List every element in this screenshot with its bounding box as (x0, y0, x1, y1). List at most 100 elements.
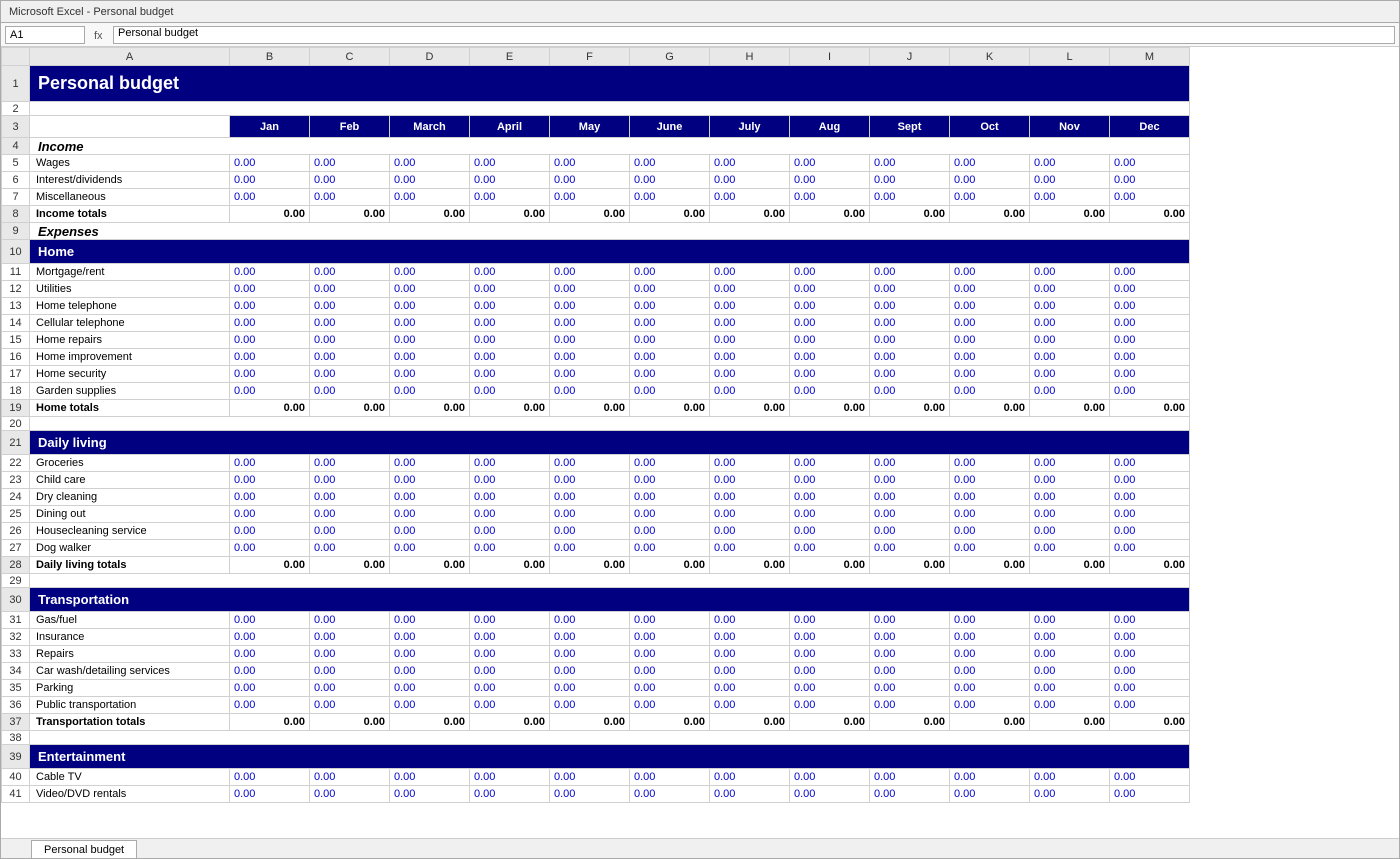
income-totals-label: Income totals (30, 206, 230, 223)
home-security-label[interactable]: Home security (30, 366, 230, 383)
col-C-header[interactable]: C (310, 48, 390, 66)
sheet-tab-personal-budget[interactable]: Personal budget (31, 840, 137, 858)
repairs-label[interactable]: Repairs (30, 646, 230, 663)
row-34: 34 Car wash/detailing services 0.000.000… (2, 663, 1190, 680)
excel-wrapper: Microsoft Excel - Personal budget A1 fx … (0, 0, 1400, 859)
wages-aug[interactable]: 0.00 (790, 155, 870, 172)
month-sept: Sept (870, 116, 950, 138)
col-F-header[interactable]: F (550, 48, 630, 66)
col-L-header[interactable]: L (1030, 48, 1110, 66)
row-28-daily-totals: 28 Daily living totals 0.000.000.000.000… (2, 557, 1190, 574)
row-31: 31 Gas/fuel 0.000.000.000.000.000.000.00… (2, 612, 1190, 629)
row-16: 16 Home improvement 0.000.000.000.000.00… (2, 349, 1190, 366)
row-6-interest: 6 Interest/dividends 0.00 0.00 0.00 0.00… (2, 172, 1190, 189)
row-37-transport-totals: 37 Transportation totals 0.000.000.000.0… (2, 714, 1190, 731)
wages-feb[interactable]: 0.00 (310, 155, 390, 172)
col-I-header[interactable]: I (790, 48, 870, 66)
wages-jul[interactable]: 0.00 (710, 155, 790, 172)
wages-dec[interactable]: 0.00 (1110, 155, 1190, 172)
row-26: 26 Housecleaning service 0.000.000.000.0… (2, 523, 1190, 540)
row-21-daily-header: 21 Daily living (2, 431, 1190, 455)
car-wash-label[interactable]: Car wash/detailing services (30, 663, 230, 680)
row-35: 35 Parking 0.000.000.000.000.000.000.000… (2, 680, 1190, 697)
utilities-label[interactable]: Utilities (30, 281, 230, 298)
col-J-header[interactable]: J (870, 48, 950, 66)
title-bar: Microsoft Excel - Personal budget (1, 1, 1399, 23)
transport-totals-label: Transportation totals (30, 714, 230, 731)
row-40: 40 Cable TV 0.000.000.000.000.000.000.00… (2, 769, 1190, 786)
row-5-wages: 5 Wages 0.00 0.00 0.00 0.00 0.00 0.00 0.… (2, 155, 1190, 172)
wages-jun[interactable]: 0.00 (630, 155, 710, 172)
formula-input[interactable]: Personal budget (113, 26, 1395, 44)
formula-bar: A1 fx Personal budget (1, 23, 1399, 47)
row-38: 38 (2, 731, 1190, 745)
wages-jan[interactable]: 0.00 (230, 155, 310, 172)
row-2: 2 (2, 102, 1190, 116)
gas-fuel-label[interactable]: Gas/fuel (30, 612, 230, 629)
child-care-label[interactable]: Child care (30, 472, 230, 489)
home-improvement-label[interactable]: Home improvement (30, 349, 230, 366)
wages-mar[interactable]: 0.00 (390, 155, 470, 172)
grid-container[interactable]: A B C D E F G H I J K L M 1 (1, 47, 1399, 838)
row-13: 13 Home telephone 0.000.000.000.000.000.… (2, 298, 1190, 315)
row-18: 18 Garden supplies 0.000.000.000.000.000… (2, 383, 1190, 400)
home-repairs-label[interactable]: Home repairs (30, 332, 230, 349)
col-B-header[interactable]: B (230, 48, 310, 66)
row-7-misc: 7 Miscellaneous 0.00 0.00 0.00 0.00 0.00… (2, 189, 1190, 206)
col-E-header[interactable]: E (470, 48, 550, 66)
row-33: 33 Repairs 0.000.000.000.000.000.000.000… (2, 646, 1190, 663)
tab-bar: Personal budget (1, 838, 1399, 858)
row-39-entertainment-header: 39 Entertainment (2, 745, 1190, 769)
home-section-header: Home (30, 240, 1190, 264)
row-12: 12 Utilities 0.000.000.000.000.000.000.0… (2, 281, 1190, 298)
interest-label[interactable]: Interest/dividends (30, 172, 230, 189)
wages-may[interactable]: 0.00 (550, 155, 630, 172)
app-title: Microsoft Excel - Personal budget (9, 6, 173, 18)
garden-supplies-label[interactable]: Garden supplies (30, 383, 230, 400)
parking-label[interactable]: Parking (30, 680, 230, 697)
public-transport-label[interactable]: Public transportation (30, 697, 230, 714)
col-K-header[interactable]: K (950, 48, 1030, 66)
cellular-label[interactable]: Cellular telephone (30, 315, 230, 332)
month-march: March (390, 116, 470, 138)
col-D-header[interactable]: D (390, 48, 470, 66)
row-10-home-header: 10 Home (2, 240, 1190, 264)
dining-out-label[interactable]: Dining out (30, 506, 230, 523)
wages-nov[interactable]: 0.00 (1030, 155, 1110, 172)
wages-label[interactable]: Wages (30, 155, 230, 172)
row-19-home-totals: 19 Home totals 0.000.000.000.000.000.000… (2, 400, 1190, 417)
wages-apr[interactable]: 0.00 (470, 155, 550, 172)
housecleaning-label[interactable]: Housecleaning service (30, 523, 230, 540)
row-15: 15 Home repairs 0.000.000.000.000.000.00… (2, 332, 1190, 349)
wages-sep[interactable]: 0.00 (870, 155, 950, 172)
row-36: 36 Public transportation 0.000.000.000.0… (2, 697, 1190, 714)
row-17: 17 Home security 0.000.000.000.000.000.0… (2, 366, 1190, 383)
transportation-section-header: Transportation (30, 588, 1190, 612)
daily-totals-label: Daily living totals (30, 557, 230, 574)
col-M-header[interactable]: M (1110, 48, 1190, 66)
month-july: July (710, 116, 790, 138)
month-april: April (470, 116, 550, 138)
insurance-label[interactable]: Insurance (30, 629, 230, 646)
cell-reference[interactable]: A1 (5, 26, 85, 44)
col-H-header[interactable]: H (710, 48, 790, 66)
home-telephone-label[interactable]: Home telephone (30, 298, 230, 315)
dry-cleaning-label[interactable]: Dry cleaning (30, 489, 230, 506)
income-heading: Income (30, 138, 1190, 155)
month-nov: Nov (1030, 116, 1110, 138)
wages-oct[interactable]: 0.00 (950, 155, 1030, 172)
column-headers: A B C D E F G H I J K L M (2, 48, 1190, 66)
col-G-header[interactable]: G (630, 48, 710, 66)
cable-tv-label[interactable]: Cable TV (30, 769, 230, 786)
month-june: June (630, 116, 710, 138)
mortgage-label[interactable]: Mortgage/rent (30, 264, 230, 281)
groceries-label[interactable]: Groceries (30, 455, 230, 472)
dog-walker-label[interactable]: Dog walker (30, 540, 230, 557)
month-feb: Feb (310, 116, 390, 138)
corner-header (2, 48, 30, 66)
row-1: 1 Personal budget (2, 66, 1190, 102)
misc-label[interactable]: Miscellaneous (30, 189, 230, 206)
row-30-transport-header: 30 Transportation (2, 588, 1190, 612)
video-dvd-label[interactable]: Video/DVD rentals (30, 786, 230, 803)
col-A-header[interactable]: A (30, 48, 230, 66)
